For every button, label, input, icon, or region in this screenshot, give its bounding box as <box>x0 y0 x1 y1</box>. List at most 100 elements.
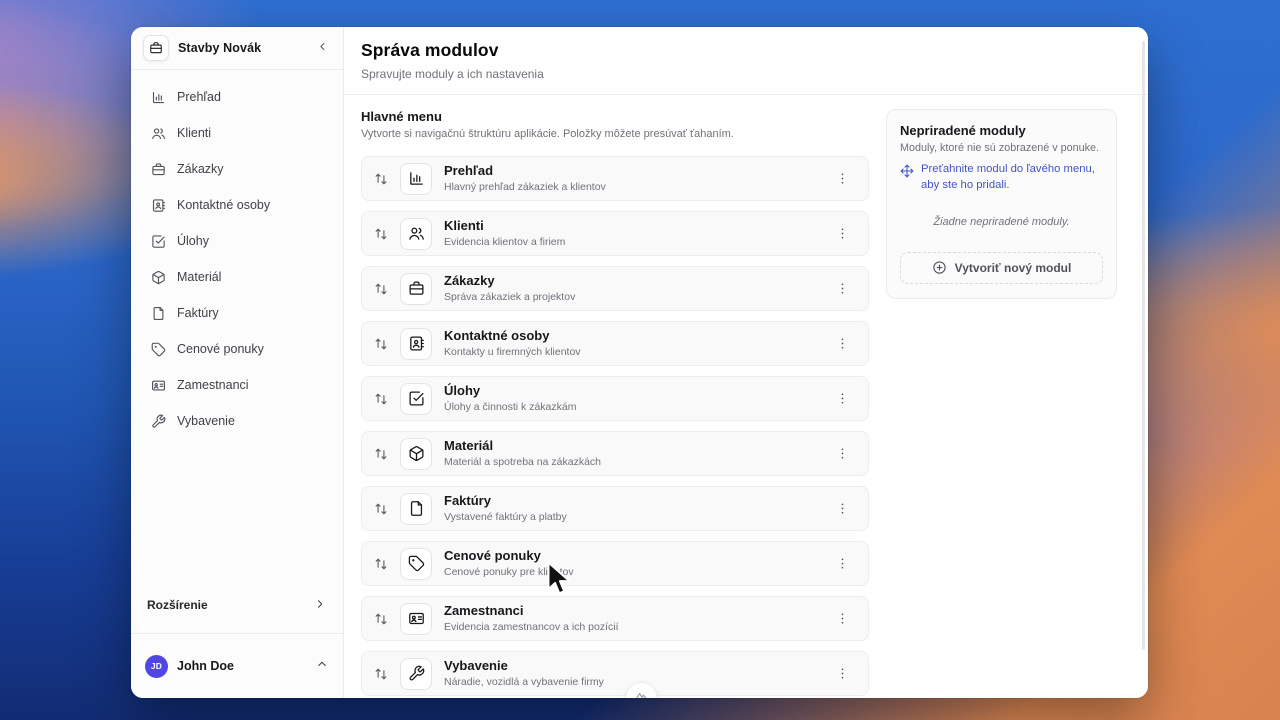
module-description: Evidencia zamestnancov a ich pozícií <box>444 621 619 634</box>
module-description: Vystavené faktúry a platby <box>444 511 567 524</box>
sidebar-item-zakazky[interactable]: Zákazky <box>143 155 331 183</box>
check-square-icon <box>400 382 432 415</box>
module-title: Zamestnanci <box>444 602 524 618</box>
module-options-button[interactable] <box>831 277 854 300</box>
sidebar-item-faktury[interactable]: Faktúry <box>143 299 331 327</box>
module-card-zamestnanci[interactable]: Zamestnanci Evidencia zamestnancov a ich… <box>361 596 869 641</box>
sidebar-item-material[interactable]: Materiál <box>143 263 331 291</box>
sidebar-header: Stavby Novák <box>131 27 343 69</box>
module-card-prehlad[interactable]: Prehľad Hlavný prehľad zákaziek a klient… <box>361 156 869 201</box>
module-options-button[interactable] <box>831 387 854 410</box>
module-options-button[interactable] <box>831 167 854 190</box>
module-card-klienti[interactable]: Klienti Evidencia klientov a firiem <box>361 211 869 256</box>
module-card-material[interactable]: Materiál Materiál a spotreba na zákazkác… <box>361 431 869 476</box>
module-description: Kontakty u firemných klientov <box>444 346 581 359</box>
sidebar-item-klienti[interactable]: Klienti <box>143 119 331 147</box>
module-options-button[interactable] <box>831 552 854 575</box>
avatar: JD <box>145 654 168 678</box>
module-options-button[interactable] <box>831 332 854 355</box>
main-menu-column: Hlavné menu Vytvorte si navigačnú štrukt… <box>361 109 869 698</box>
page-header: Správa modulov Spravujte moduly a ich na… <box>344 27 1148 95</box>
drag-handle-icon[interactable] <box>374 282 388 296</box>
drag-handle-icon[interactable] <box>374 557 388 571</box>
tag-icon <box>400 547 432 580</box>
sidebar-item-label: Cenové ponuky <box>177 342 264 356</box>
drag-hint-text: Preťahnite modul do ľavého menu, aby ste… <box>921 163 1095 191</box>
sidebar-item-extension[interactable]: Rozšírenie <box>131 577 343 633</box>
module-title: Cenové ponuky <box>444 547 541 563</box>
sidebar-item-label: Materiál <box>177 270 222 284</box>
module-description: Cenové ponuky pre klientov <box>444 566 574 579</box>
wrench-icon <box>151 414 166 429</box>
module-card-kontaktne-osoby[interactable]: Kontaktné osoby Kontakty u firemných kli… <box>361 321 869 366</box>
sidebar-item-vybavenie[interactable]: Vybavenie <box>143 407 331 435</box>
plus-circle-icon <box>932 260 947 275</box>
sidebar: Stavby Novák Prehľad Klienti Zákazky Kon… <box>131 27 344 698</box>
module-list: Prehľad Hlavný prehľad zákaziek a klient… <box>361 156 869 696</box>
drag-handle-icon[interactable] <box>374 667 388 681</box>
user-menu[interactable]: JD John Doe <box>131 634 343 698</box>
id-card-icon <box>151 378 166 393</box>
sidebar-item-zamestnanci[interactable]: Zamestnanci <box>143 371 331 399</box>
module-card-zakazky[interactable]: Zákazky Správa zákaziek a projektov <box>361 266 869 311</box>
chevron-right-icon <box>313 597 327 614</box>
module-options-button[interactable] <box>831 607 854 630</box>
unassigned-modules-panel: Nepriradené moduly Moduly, ktoré nie sú … <box>886 109 1117 299</box>
module-options-button[interactable] <box>831 497 854 520</box>
sidebar-item-ulohy[interactable]: Úlohy <box>143 227 331 255</box>
drag-handle-icon[interactable] <box>374 612 388 626</box>
empty-state-text: Žiadne nepriradené moduly. <box>933 215 1070 228</box>
module-description: Správa zákaziek a projektov <box>444 291 576 304</box>
module-card-cenove-ponuky[interactable]: Cenové ponuky Cenové ponuky pre klientov <box>361 541 869 586</box>
sidebar-item-prehlad[interactable]: Prehľad <box>143 83 331 111</box>
contact-book-icon <box>400 327 432 360</box>
sidebar-item-label: Faktúry <box>177 306 219 320</box>
file-icon <box>400 492 432 525</box>
drag-hint: Preťahnite modul do ľavého menu, aby ste… <box>900 162 1103 194</box>
chart-column-icon <box>151 90 166 105</box>
sidebar-item-label: Zamestnanci <box>177 378 249 392</box>
sidebar-collapse-button[interactable] <box>311 37 333 59</box>
module-title: Prehľad <box>444 162 494 178</box>
drag-handle-icon[interactable] <box>374 392 388 406</box>
id-card-icon <box>400 602 432 635</box>
drag-handle-icon[interactable] <box>374 447 388 461</box>
sidebar-item-label: Kontaktné osoby <box>177 198 271 212</box>
module-card-vybavenie[interactable]: Vybavenie Náradie, vozidlá a vybavenie f… <box>361 651 869 696</box>
module-title: Faktúry <box>444 492 491 508</box>
create-module-label: Vytvoriť nový modul <box>954 260 1072 275</box>
page-title: Správa modulov <box>361 40 499 60</box>
sidebar-item-label: Úlohy <box>177 234 209 248</box>
module-description: Evidencia klientov a firiem <box>444 236 566 249</box>
desktop-wallpaper: { "sidebar": { "brand": { "name": "Stavb… <box>0 0 1280 720</box>
module-description: Materiál a spotreba na zákazkách <box>444 456 602 469</box>
drag-handle-icon[interactable] <box>374 337 388 351</box>
module-title: Kontaktné osoby <box>444 327 550 343</box>
drag-handle-icon[interactable] <box>374 502 388 516</box>
module-title: Úlohy <box>444 382 481 398</box>
contact-book-icon <box>151 198 166 213</box>
main-area: Správa modulov Spravujte moduly a ich na… <box>344 27 1148 698</box>
module-card-ulohy[interactable]: Úlohy Úlohy a činnosti k zákazkám <box>361 376 869 421</box>
check-square-icon <box>151 234 166 249</box>
sidebar-item-cenove-ponuky[interactable]: Cenové ponuky <box>143 335 331 363</box>
unassigned-column: Nepriradené moduly Moduly, ktoré nie sú … <box>886 109 1124 698</box>
window-scrollbar[interactable] <box>1142 41 1145 650</box>
module-options-button[interactable] <box>831 222 854 245</box>
sidebar-item-kontaktne-osoby[interactable]: Kontaktné osoby <box>143 191 331 219</box>
package-icon <box>151 270 166 285</box>
page-subtitle: Spravujte moduly a ich nastavenia <box>361 67 544 81</box>
extension-label: Rozšírenie <box>147 598 208 612</box>
drag-handle-icon[interactable] <box>374 172 388 186</box>
module-options-button[interactable] <box>831 662 854 685</box>
users-icon <box>400 217 432 250</box>
app-window: Stavby Novák Prehľad Klienti Zákazky Kon… <box>131 27 1148 698</box>
module-options-button[interactable] <box>831 442 854 465</box>
section-title: Hlavné menu <box>361 109 442 124</box>
package-icon <box>400 437 432 470</box>
sidebar-item-label: Prehľad <box>177 90 221 104</box>
drag-handle-icon[interactable] <box>374 227 388 241</box>
create-module-button[interactable]: Vytvoriť nový modul <box>900 251 1103 284</box>
module-card-faktury[interactable]: Faktúry Vystavené faktúry a platby <box>361 486 869 531</box>
briefcase-icon <box>400 272 432 305</box>
